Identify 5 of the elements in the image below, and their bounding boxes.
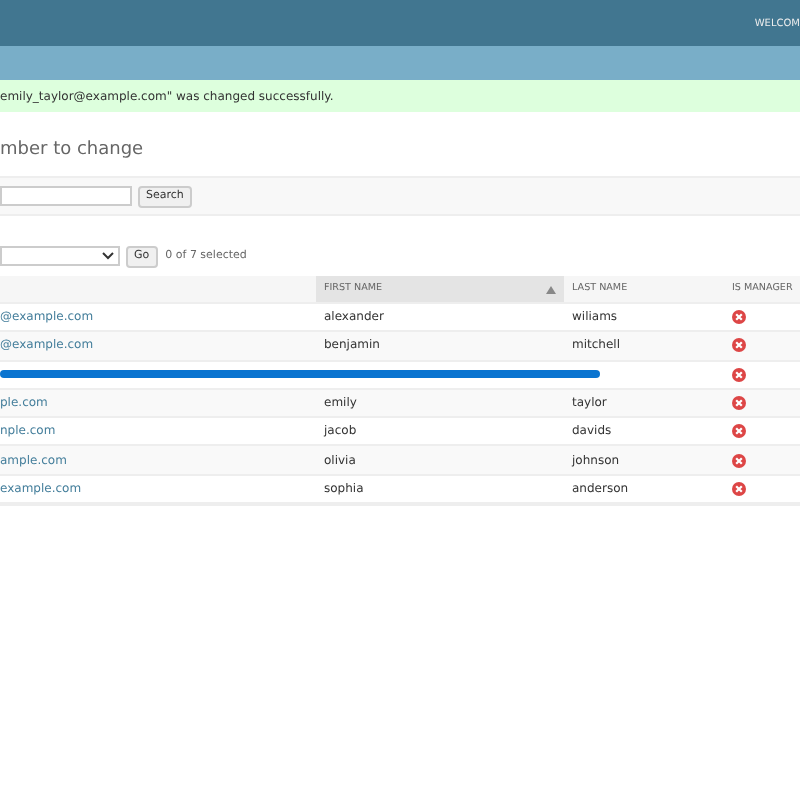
sort-ascending-icon[interactable] — [546, 285, 556, 293]
action-dropdown[interactable] — [0, 246, 120, 266]
page-title: mber to change — [0, 138, 146, 164]
search-field[interactable] — [0, 186, 132, 206]
chevron-down-icon — [102, 252, 114, 260]
